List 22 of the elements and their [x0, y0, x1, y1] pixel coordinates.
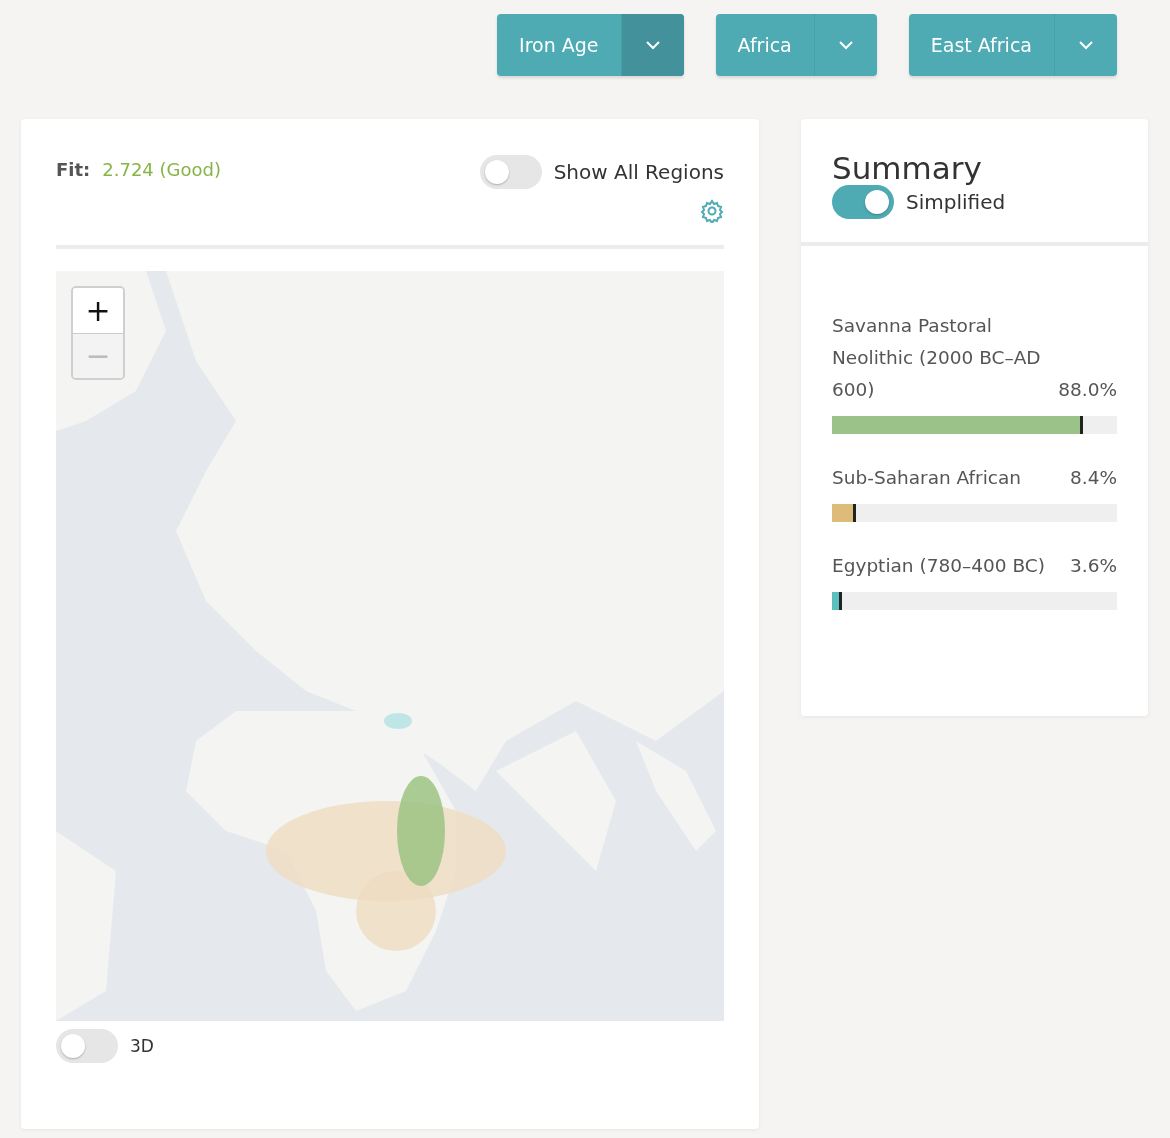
- summary-title: Summary: [832, 151, 983, 186]
- fit-value: 2.724 (Good): [102, 159, 221, 180]
- filter-dropdown[interactable]: Africa: [715, 14, 877, 76]
- toggle-switch[interactable]: [56, 1029, 118, 1063]
- fit-label: Fit:: [56, 159, 91, 180]
- filter-dropdown[interactable]: Iron Age: [497, 14, 684, 76]
- chevron-down-icon: [838, 40, 853, 50]
- chevron-down-icon: [1079, 40, 1093, 50]
- component-percent: 88.0%: [1058, 378, 1117, 402]
- toggle-label: Simplified: [906, 190, 1006, 215]
- chevron-down-icon: [645, 40, 660, 50]
- component-name: Savanna Pastoral Neolithic (2000 BC–AD 600): [832, 314, 1042, 402]
- toggle-label: 3D: [130, 1036, 154, 1056]
- toggle-switch[interactable]: [479, 155, 542, 189]
- settings-icon[interactable]: [700, 199, 724, 223]
- toggle-label: Show All Regions: [553, 160, 724, 184]
- component-percent: 8.4%: [1070, 466, 1117, 490]
- component-percent: 3.6%: [1070, 554, 1117, 578]
- component-name: Egyptian (780–400 BC): [832, 554, 1045, 578]
- filter-dropdown[interactable]: East Africa: [908, 14, 1117, 76]
- component-name: Sub-Saharan African: [832, 466, 1022, 490]
- toggle-switch[interactable]: [832, 185, 894, 220]
